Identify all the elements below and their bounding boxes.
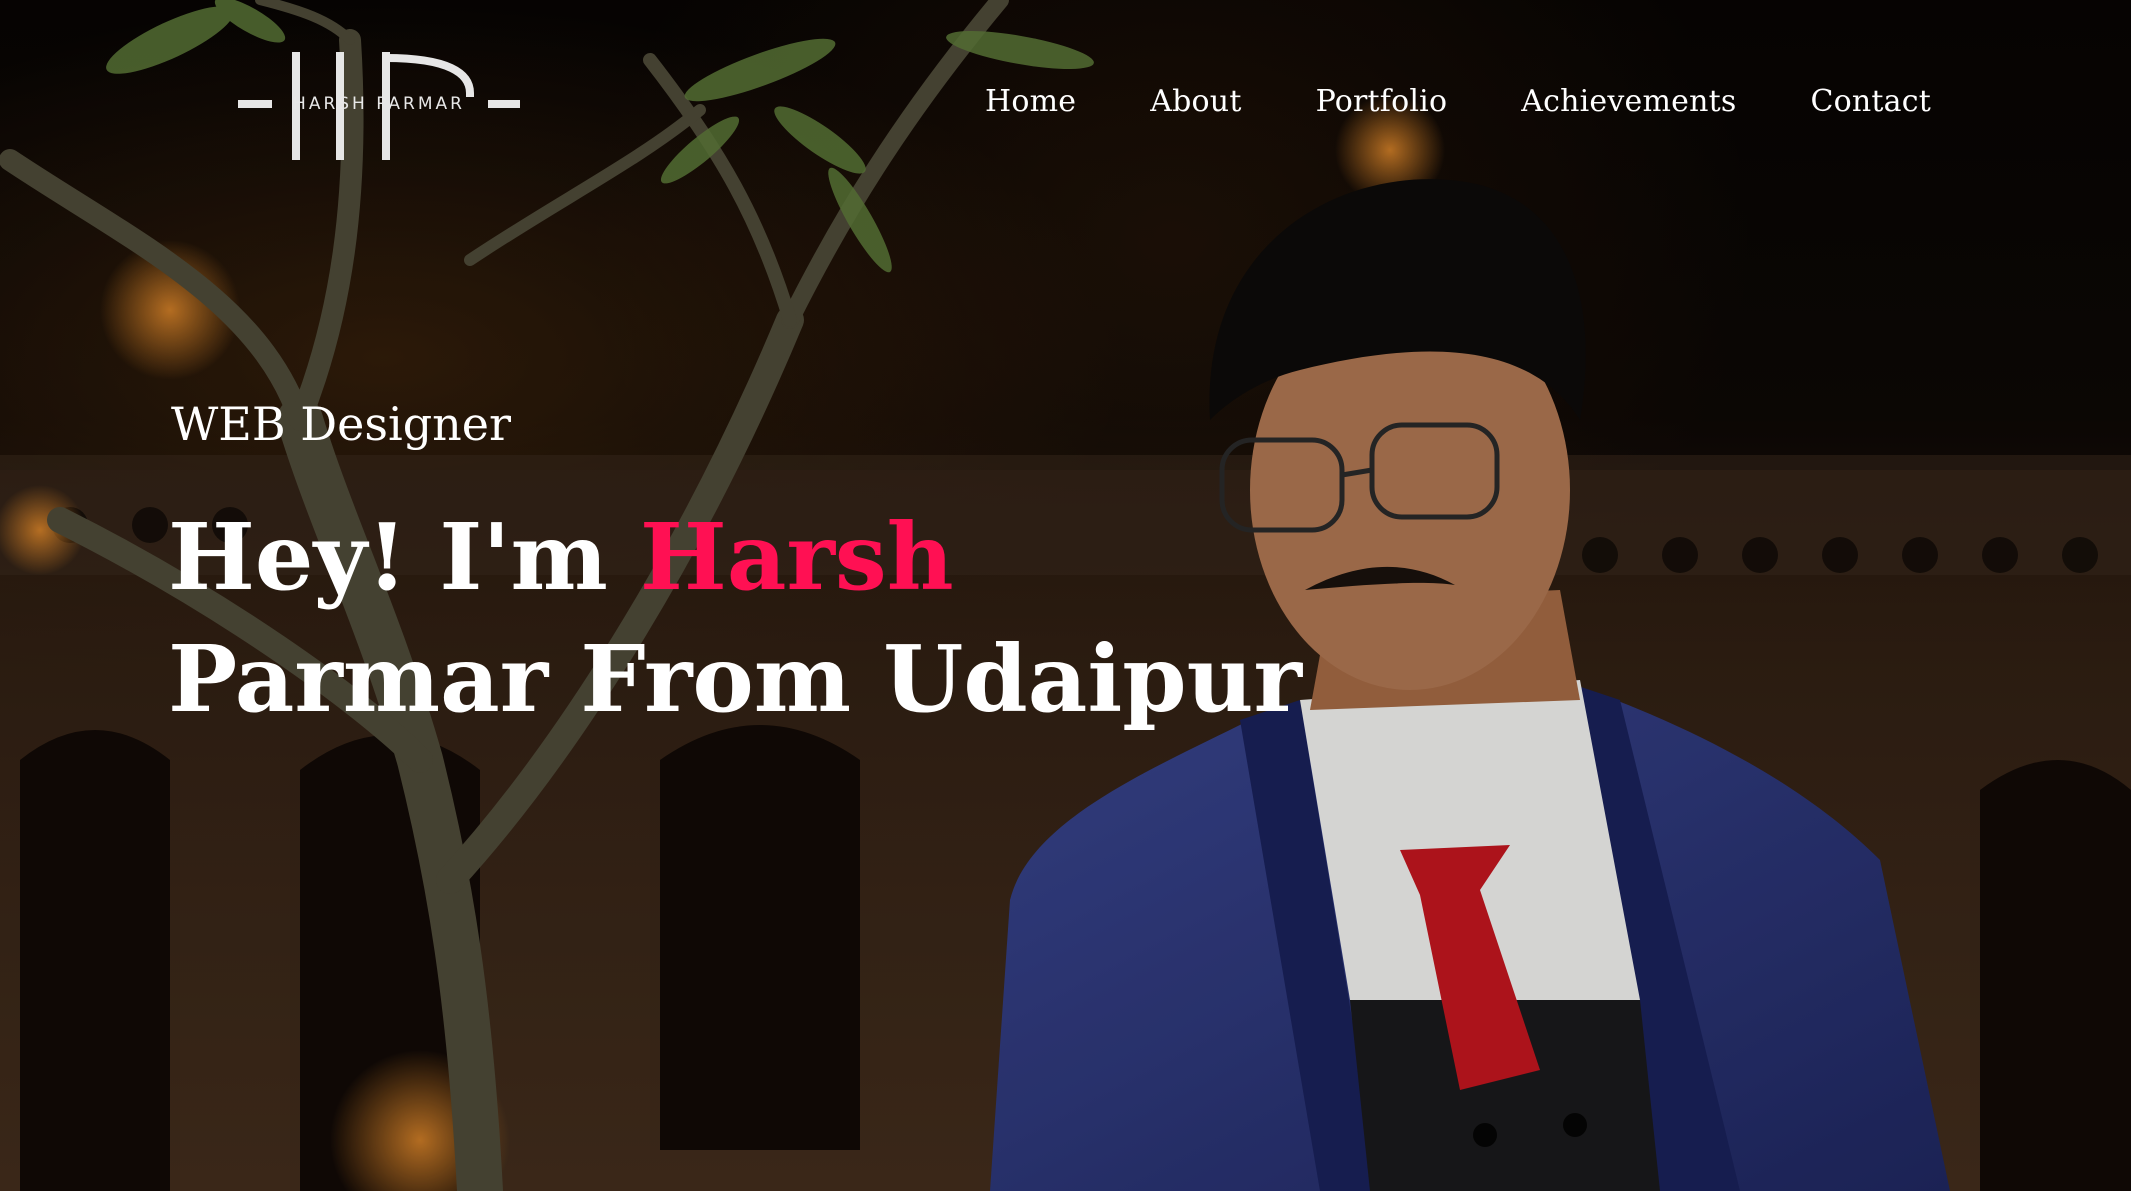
headline-prefix: Hey! I'm <box>168 503 640 611</box>
nav-item-achievements[interactable]: Achievements <box>1521 84 1736 119</box>
headline-line-2: Parmar From Udaipur <box>168 625 1302 733</box>
nav-item-home[interactable]: Home <box>985 84 1076 119</box>
main-nav: Home About Portfolio Achievements Contac… <box>985 84 1931 119</box>
nav-item-portfolio[interactable]: Portfolio <box>1316 84 1448 119</box>
hero-section: HARSH PARMAR Home About Portfolio Achiev… <box>0 0 2131 1191</box>
brand-logo[interactable]: HARSH PARMAR <box>238 48 520 164</box>
nav-item-contact[interactable]: Contact <box>1810 84 1931 119</box>
headline-name-accent: Harsh <box>639 503 954 611</box>
nav-item-about[interactable]: About <box>1150 84 1241 119</box>
hero-subtitle: WEB Designer <box>171 397 511 451</box>
logo-name: HARSH PARMAR <box>293 94 465 114</box>
hero-headline: Hey! I'm Harsh Parmar From Udaipur <box>168 496 1302 740</box>
